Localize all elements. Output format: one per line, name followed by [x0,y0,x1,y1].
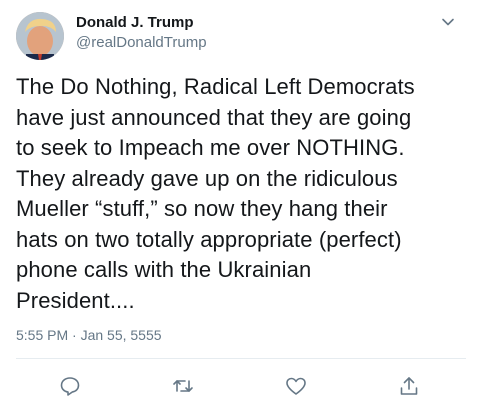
tweet-text: The Do Nothing, Radical Left Democrats h… [16,74,415,313]
share-icon[interactable] [397,374,421,398]
avatar[interactable] [16,12,64,60]
reply-icon[interactable] [58,374,82,398]
user-handle[interactable]: @realDonaldTrump [76,33,207,53]
retweet-icon[interactable] [171,374,195,398]
display-name[interactable]: Donald J. Trump [76,13,207,33]
action-bar [0,370,480,400]
chevron-down-icon[interactable] [440,14,456,30]
divider [16,358,466,359]
tweet-timestamp[interactable]: 5:55 PM · Jan 55, 5555 [16,326,162,344]
tweet-card: Donald J. Trump @realDonaldTrump The Do … [0,0,480,410]
user-info: Donald J. Trump @realDonaldTrump [76,13,207,53]
like-icon[interactable] [284,374,308,398]
